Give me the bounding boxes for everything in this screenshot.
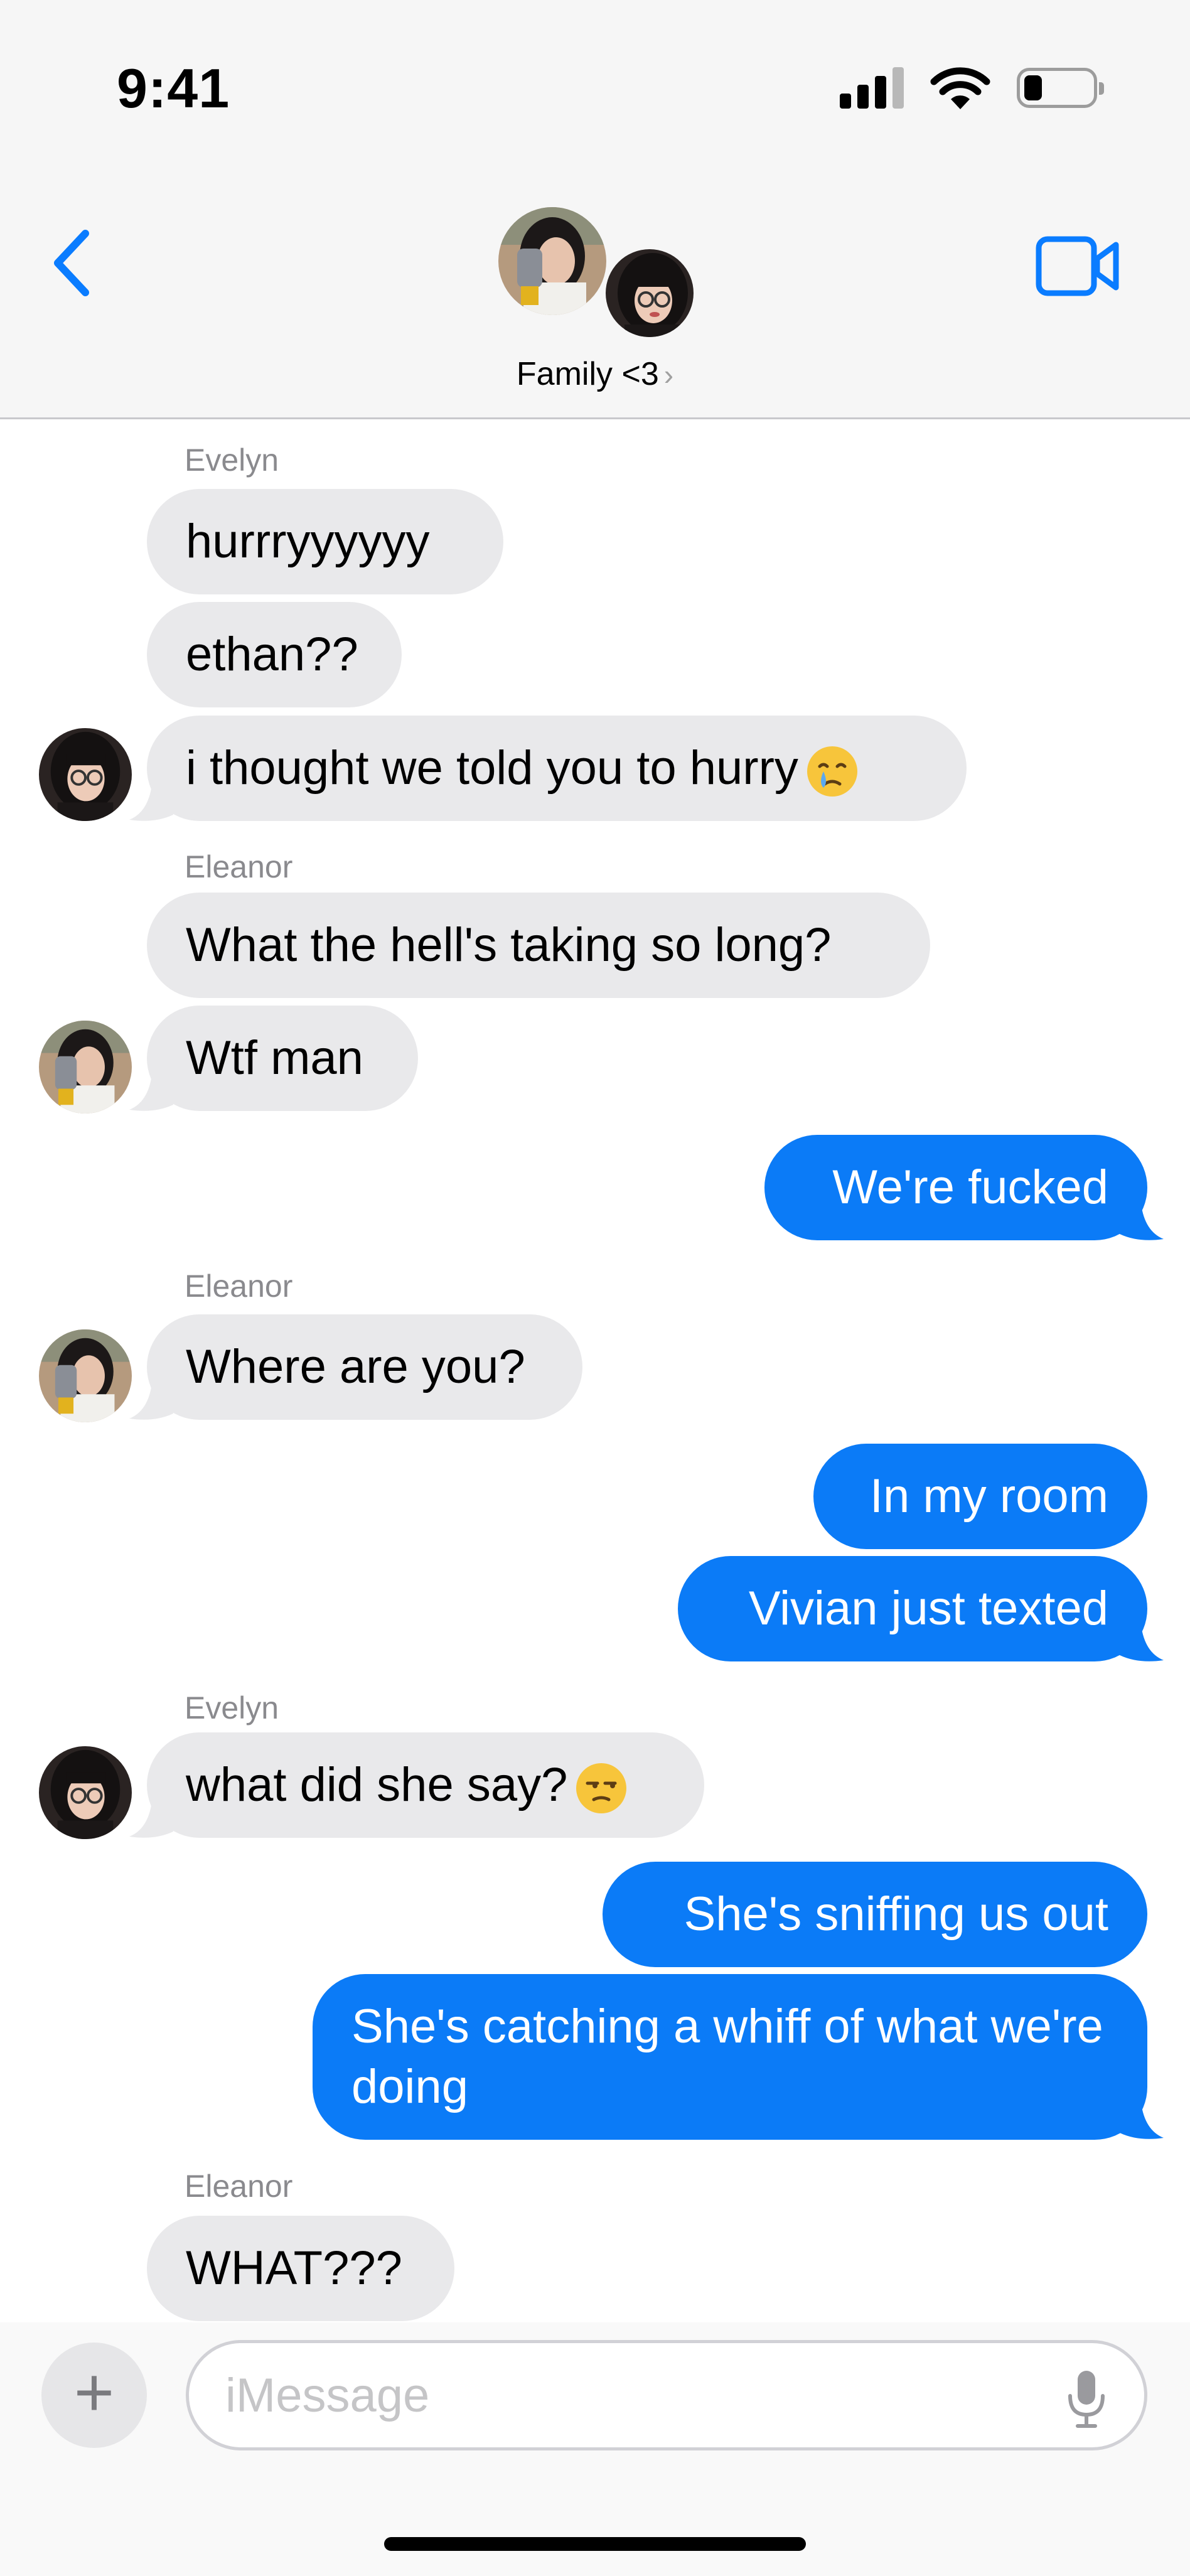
back-chevron-icon[interactable] — [49, 228, 93, 298]
message-input-field[interactable] — [186, 2340, 1147, 2450]
group-avatar-eleanor[interactable] — [498, 207, 606, 315]
message-bubble-incoming[interactable]: What the hell's taking so long? — [147, 893, 930, 998]
message-bubble-incoming[interactable]: hurrryyyyyy — [147, 489, 503, 594]
battery-icon — [1017, 68, 1104, 108]
message-input[interactable] — [225, 2361, 1041, 2430]
message-bubble-outgoing[interactable]: She's sniffing us out — [603, 1862, 1147, 1967]
status-time: 9:41 — [117, 57, 230, 119]
sender-name: Evelyn — [185, 443, 279, 478]
avatar-eleanor[interactable] — [39, 1021, 132, 1114]
message-text: i thought we told you to hurry — [186, 741, 798, 795]
video-camera-icon[interactable] — [1036, 236, 1121, 296]
message-bubble-incoming[interactable]: ethan?? — [147, 602, 402, 707]
sender-name: Eleanor — [185, 1269, 293, 1304]
microphone-icon[interactable] — [1066, 2368, 1107, 2428]
sender-name: Eleanor — [185, 2169, 293, 2204]
status-icons — [840, 63, 1104, 113]
group-avatar-evelyn[interactable] — [603, 246, 697, 340]
message-bubble-outgoing[interactable]: Vivian just texted — [678, 1556, 1147, 1661]
group-name[interactable]: Family <3 › — [0, 355, 1190, 393]
message-bubble-incoming[interactable]: Where are you? — [147, 1314, 582, 1420]
cellular-signal-icon — [840, 67, 904, 109]
message-bubble-outgoing[interactable]: She's catching a whiff of what we're doi… — [313, 1974, 1147, 2140]
avatar-eleanor[interactable] — [39, 1329, 132, 1422]
home-indicator[interactable] — [384, 2537, 806, 2551]
crying-face-emoji-icon — [807, 746, 857, 797]
message-bubble-incoming[interactable]: what did she say? — [147, 1732, 704, 1838]
avatar-evelyn[interactable] — [39, 1746, 132, 1839]
message-text: what did she say? — [186, 1758, 568, 1811]
apps-plus-button[interactable]: + — [41, 2343, 147, 2448]
message-bubble-incoming[interactable]: Wtf man — [147, 1006, 418, 1111]
message-bubble-outgoing[interactable]: In my room — [813, 1444, 1147, 1549]
unamused-face-emoji-icon — [576, 1763, 627, 1813]
wifi-icon — [930, 67, 990, 109]
message-bubble-outgoing[interactable]: We're fucked — [764, 1135, 1147, 1240]
conversation-header: 9:41 Family <3 › — [0, 0, 1190, 419]
message-bubble-incoming[interactable]: WHAT??? — [147, 2216, 454, 2321]
message-bubble-incoming[interactable]: i thought we told you to hurry — [147, 716, 967, 821]
bubble-tail — [1120, 2103, 1164, 2139]
group-title-text[interactable]: Family <3 — [517, 356, 659, 392]
avatar-evelyn[interactable] — [39, 728, 132, 821]
bubble-tail — [1120, 1204, 1164, 1240]
sender-name: Eleanor — [185, 849, 293, 884]
bubble-tail — [1120, 1625, 1164, 1661]
group-title-chevron-icon: › — [663, 358, 674, 391]
sender-name: Evelyn — [185, 1690, 279, 1725]
